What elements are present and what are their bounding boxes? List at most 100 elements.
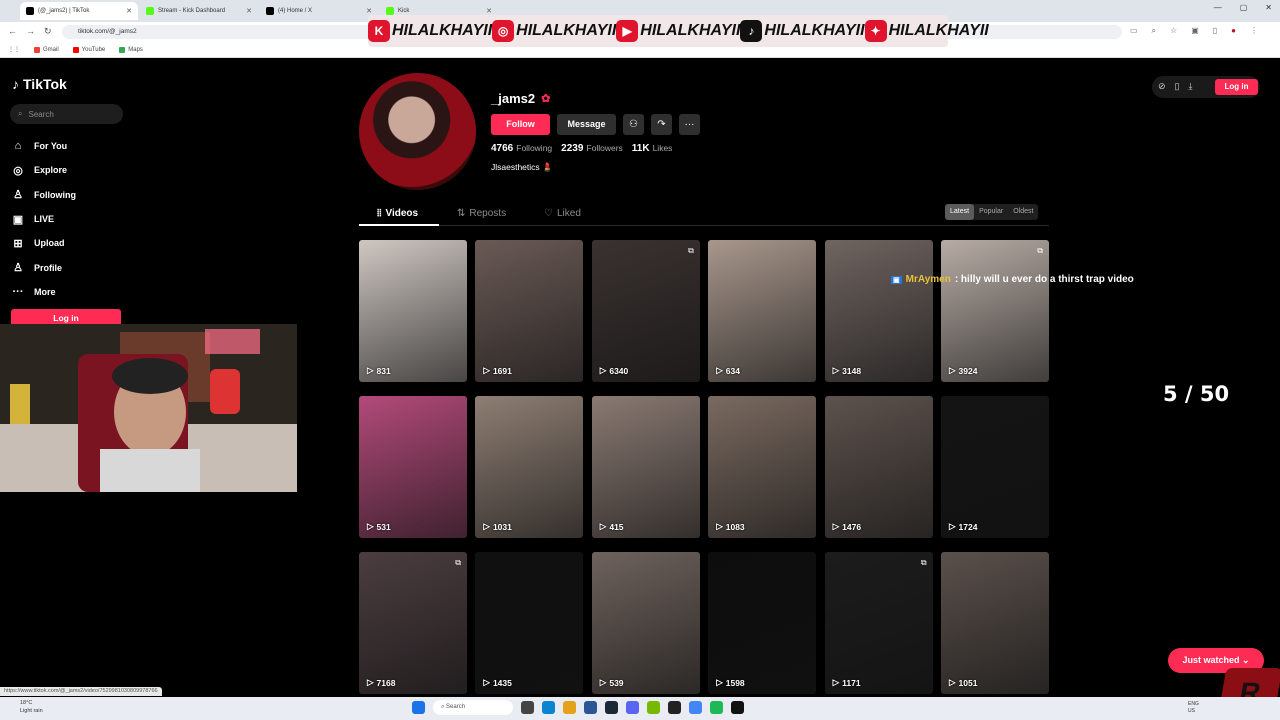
tab-close-icon[interactable]: ✕ [246, 7, 252, 15]
following-stat: 4766 Following [491, 143, 553, 154]
start-icon[interactable] [412, 701, 425, 714]
video-thumbnail[interactable]: ▷ 1051 [941, 552, 1049, 694]
browser-tab[interactable]: (4) Home / X ✕ [260, 2, 378, 20]
chrome-icon[interactable] [689, 701, 702, 714]
video-thumbnail[interactable]: ▷ 6340 ⧉ [591, 240, 700, 382]
video-thumbnail[interactable]: ▷ 1083 [708, 396, 817, 538]
tiktok-logo[interactable]: ♪ TikTok [12, 76, 67, 92]
photo-carousel-icon: ⧉ [920, 558, 927, 567]
play-icon: ▷ [949, 521, 956, 531]
sidebar-item-upload[interactable]: ⊞ Upload [12, 231, 76, 255]
sort-latest[interactable]: Latest [945, 204, 975, 220]
tab-close-icon[interactable]: ✕ [366, 7, 372, 15]
sidebar-item-following[interactable]: ♙ Following [12, 183, 76, 207]
browser-tab[interactable]: Stream - Kick Dashboard ✕ [140, 2, 258, 20]
play-icon: ▷ [367, 365, 374, 375]
tab-videos[interactable]: ⦙⦙ Videos [377, 208, 418, 219]
cast-icon[interactable]: ▭ [1130, 26, 1138, 36]
tiktok-app-icon[interactable] [731, 701, 744, 714]
sidebar-item-explore[interactable]: ◎ Explore [12, 158, 76, 182]
reload-icon[interactable]: ↻ [44, 26, 52, 37]
nvidia-icon[interactable] [647, 701, 660, 714]
share-icon[interactable]: ↷ [651, 114, 672, 135]
sidebar-item-label: Profile [34, 262, 63, 273]
menu-icon[interactable]: ⋮ [1250, 26, 1258, 36]
view-count: ▷ 6340 [599, 365, 629, 376]
play-icon: ▷ [367, 677, 374, 687]
back-icon[interactable]: ← [8, 26, 17, 36]
bookmark-star-icon[interactable]: ☆ [1170, 26, 1177, 36]
more-options-icon[interactable]: ··· [679, 114, 700, 135]
video-thumbnail[interactable]: ▷ 1691 [475, 240, 584, 382]
minimize-icon[interactable]: — [1214, 3, 1222, 12]
view-count: ▷ 1171 [832, 677, 861, 688]
bookmark-gmail[interactable]: Gmail [34, 46, 59, 53]
repost-icon: ⇅ [457, 208, 466, 219]
spotify-icon[interactable] [710, 701, 723, 714]
steam-icon[interactable] [605, 701, 618, 714]
message-button[interactable]: Message [557, 114, 616, 135]
video-thumbnail[interactable]: ▷ 1031 [475, 396, 584, 538]
view-count: ▷ 3148 [832, 365, 862, 376]
bookmark-maps[interactable]: Maps [119, 46, 143, 53]
view-count: ▷ 539 [599, 677, 624, 688]
video-thumbnail[interactable]: ▷ 634 [708, 240, 817, 382]
sidebar-item-label: Upload [34, 238, 65, 249]
sidebar-nav: ⌂ For You ◎ Explore ♙ Following ▣ LIVE ⊞ Upload ♙ P… [12, 134, 77, 304]
sort-oldest[interactable]: Oldest [1008, 204, 1038, 220]
video-thumbnail[interactable]: ▷ 531 [359, 396, 467, 538]
top-login-button[interactable]: Log in [1215, 79, 1258, 95]
apps-icon[interactable]: ⋮⋮ [8, 46, 20, 53]
task-view-icon[interactable] [521, 701, 534, 714]
maximize-icon[interactable]: ▢ [1240, 3, 1248, 12]
video-thumbnail[interactable]: ▷ 1724 [941, 396, 1049, 538]
language-indicator[interactable]: ENG US [1188, 701, 1199, 715]
split-icon[interactable]: ▯ [1213, 26, 1217, 36]
video-thumbnail[interactable]: ▷ 1435 [475, 552, 584, 694]
tab-close-icon[interactable]: ✕ [126, 7, 132, 15]
video-thumbnail[interactable]: ▷ 7168 ⧉ [359, 552, 467, 694]
tab-reposts[interactable]: ⇅ Reposts [457, 208, 506, 219]
discord-icon[interactable] [626, 701, 639, 714]
obs-icon[interactable] [668, 701, 681, 714]
counter-overlay: 5 / 50 [1163, 382, 1230, 406]
download-icon[interactable]: ⤓ [1189, 81, 1193, 92]
explorer-icon[interactable] [563, 701, 576, 714]
phone-icon[interactable]: ▯ [1175, 81, 1180, 92]
store-icon[interactable] [584, 701, 597, 714]
video-thumbnail[interactable]: ▷ 539 [591, 552, 700, 694]
sort-popular[interactable]: Popular [974, 204, 1008, 220]
sidebar-item-for-you[interactable]: ⌂ For You [12, 134, 76, 158]
edge-icon[interactable] [542, 701, 555, 714]
sidebar-item-more[interactable]: ··· More [12, 280, 76, 304]
video-thumbnail[interactable]: ▷ 1476 [824, 396, 933, 538]
video-thumbnail[interactable]: ▷ 3148 [824, 240, 933, 382]
sidebar-item-label: Explore [34, 165, 68, 176]
suggest-accounts-icon[interactable]: ⚇ [623, 114, 644, 135]
taskbar-search[interactable]: ⌕ Search [433, 700, 513, 715]
tab-close-icon[interactable]: ✕ [486, 7, 492, 15]
play-icon: ▷ [483, 365, 490, 375]
extensions-icon[interactable]: ▣ [1191, 26, 1199, 36]
sidebar-item-live[interactable]: ▣ LIVE [12, 207, 76, 231]
sidebar-item-profile[interactable]: ♙ Profile [12, 255, 76, 279]
zoom-icon[interactable]: ⌕ [1152, 26, 1156, 36]
video-thumbnail[interactable]: ▷ 1171 ⧉ [824, 552, 933, 694]
weather-widget[interactable]: 18°C Light rain [20, 699, 43, 715]
profile-avatar-icon[interactable]: ● [1231, 26, 1236, 36]
bookmark-youtube[interactable]: YouTube [72, 46, 105, 53]
handle-text: HILALKHAYII [764, 22, 865, 39]
view-count: ▷ 415 [599, 521, 624, 532]
forward-icon[interactable]: → [26, 26, 35, 36]
follow-button[interactable]: Follow [491, 114, 550, 135]
close-icon[interactable]: ✕ [1265, 3, 1272, 12]
video-thumbnail[interactable]: ▷ 831 [359, 240, 467, 382]
video-thumbnail[interactable]: ▷ 415 [591, 396, 700, 538]
view-count: ▷ 3924 [949, 365, 978, 376]
search-input[interactable]: ⌕ Search [10, 104, 123, 124]
tab-liked[interactable]: ♡ Liked [544, 208, 581, 219]
coins-icon[interactable]: ⊘ [1158, 81, 1166, 92]
video-thumbnail[interactable]: ▷ 3924 ⧉ [941, 240, 1049, 382]
browser-tab[interactable]: (@_jams2) | TikTok ✕ [20, 2, 138, 20]
video-thumbnail[interactable]: ▷ 1598 [708, 552, 817, 694]
